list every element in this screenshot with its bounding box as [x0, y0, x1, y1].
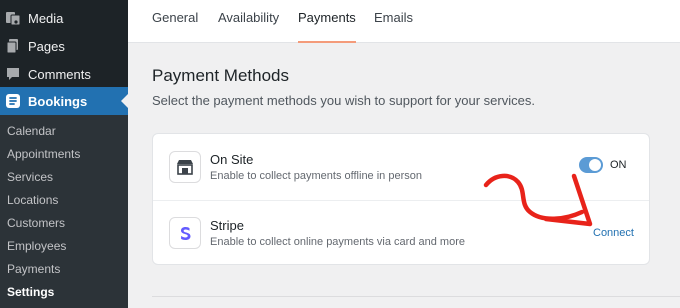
tab-availability[interactable]: Availability: [218, 0, 279, 43]
submenu-item-appointments[interactable]: Appointments: [7, 144, 80, 164]
tab-general[interactable]: General: [152, 0, 198, 43]
submenu-item-customers[interactable]: Customers: [7, 213, 65, 233]
submenu-item-services[interactable]: Services: [7, 167, 53, 187]
page-title: Payment Methods: [152, 66, 290, 85]
settings-tabbar: General Availability Payments Emails: [128, 0, 680, 43]
page-subtitle: Select the payment methods you wish to s…: [152, 93, 535, 108]
submenu-item-payments[interactable]: Payments: [7, 259, 60, 279]
method-title-on-site: On Site: [210, 152, 254, 167]
payment-methods-card: On Site Enable to collect payments offli…: [152, 133, 650, 265]
submenu-item-employees[interactable]: Employees: [7, 236, 66, 256]
submenu-item-settings[interactable]: Settings: [7, 282, 54, 302]
menu-label-pages: Pages: [28, 38, 65, 54]
menu-label-media: Media: [28, 10, 64, 26]
menu-item-comments[interactable]: Comments: [0, 60, 128, 88]
pages-icon: [5, 38, 21, 54]
menu-item-bookings[interactable]: Bookings: [0, 87, 128, 115]
stripe-connect-link[interactable]: Connect: [593, 227, 634, 239]
stripe-icon: [169, 217, 201, 249]
bookings-icon: [5, 93, 21, 109]
submenu-item-locations[interactable]: Locations: [7, 190, 58, 210]
method-title-stripe: Stripe: [210, 218, 244, 233]
menu-label-bookings: Bookings: [28, 93, 88, 109]
toggle-knob: [589, 159, 601, 171]
store-icon: [169, 151, 201, 183]
toggle-status-label: ON: [610, 159, 627, 171]
row-divider: [153, 200, 649, 201]
on-site-toggle[interactable]: [579, 157, 603, 173]
tab-payments[interactable]: Payments: [298, 0, 356, 43]
method-desc-on-site: Enable to collect payments offline in pe…: [210, 170, 422, 182]
method-desc-stripe: Enable to collect online payments via ca…: [210, 236, 465, 248]
menu-item-pages[interactable]: Pages: [0, 32, 128, 60]
menu-label-comments: Comments: [28, 66, 91, 82]
bookings-submenu: Calendar Appointments Services Locations…: [0, 115, 128, 308]
section-divider: [152, 296, 680, 297]
menu-item-media[interactable]: Media: [0, 4, 128, 32]
tab-emails[interactable]: Emails: [374, 0, 413, 43]
media-icon: [5, 10, 21, 26]
comments-icon: [5, 66, 21, 82]
admin-sidebar: Media Pages Comments Bookings Calendar A…: [0, 0, 128, 308]
submenu-item-calendar[interactable]: Calendar: [7, 121, 56, 141]
